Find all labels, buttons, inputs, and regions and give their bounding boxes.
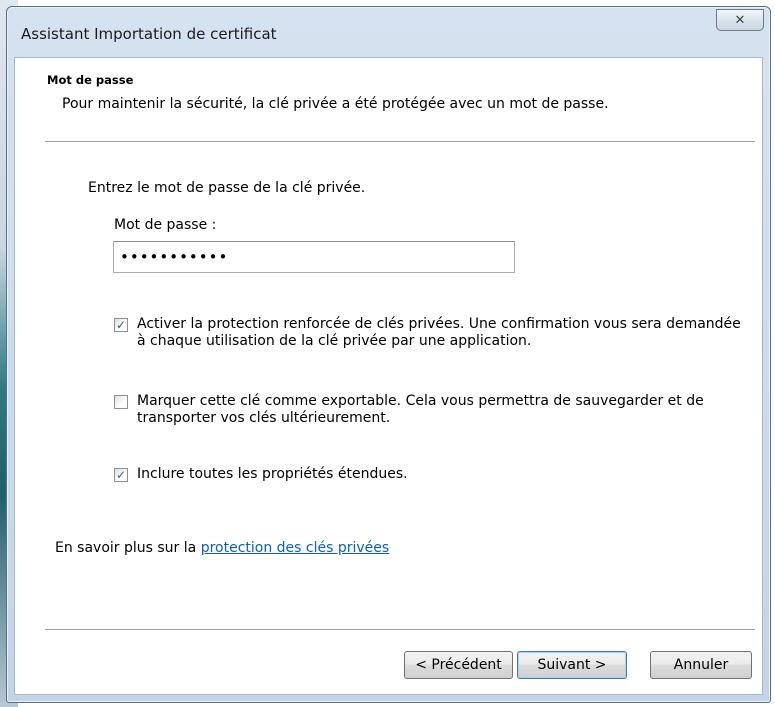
strong-protection-label: Activer la protection renforcée de clés …	[137, 316, 741, 349]
password-input[interactable]	[113, 241, 515, 273]
exportable-checkbox[interactable]	[114, 395, 128, 409]
title-bar[interactable]: Assistant Importation de certificat ✕	[7, 7, 770, 57]
footer-divider	[45, 629, 755, 631]
window-title: Assistant Importation de certificat	[21, 25, 277, 43]
wizard-page	[14, 57, 763, 695]
cancel-button[interactable]: Annuler	[650, 651, 752, 679]
close-icon: ✕	[734, 12, 746, 28]
page-title: Mot de passe	[47, 73, 134, 87]
password-label: Mot de passe :	[114, 217, 217, 233]
learn-more-prefix: En savoir plus sur la	[55, 540, 201, 556]
header-divider	[45, 141, 755, 143]
strong-protection-checkbox[interactable]: ✓	[114, 318, 128, 332]
learn-more-text: En savoir plus sur la protection des clé…	[55, 540, 389, 556]
extended-properties-label: Inclure toutes les propriétés étendues.	[137, 466, 408, 482]
extended-properties-checkbox[interactable]: ✓	[114, 468, 128, 482]
exportable-label: Marquer cette clé comme exportable. Cela…	[137, 393, 704, 426]
close-button[interactable]: ✕	[716, 9, 764, 31]
next-button[interactable]: Suivant >	[517, 651, 627, 679]
page-subtitle: Pour maintenir la sécurité, la clé privé…	[62, 96, 609, 112]
password-instruction: Entrez le mot de passe de la clé privée.	[88, 180, 366, 196]
checkmark-icon: ✓	[116, 468, 127, 482]
back-button[interactable]: < Précédent	[404, 651, 513, 679]
checkmark-icon: ✓	[116, 318, 127, 332]
private-key-protection-link[interactable]: protection des clés privées	[201, 540, 390, 556]
